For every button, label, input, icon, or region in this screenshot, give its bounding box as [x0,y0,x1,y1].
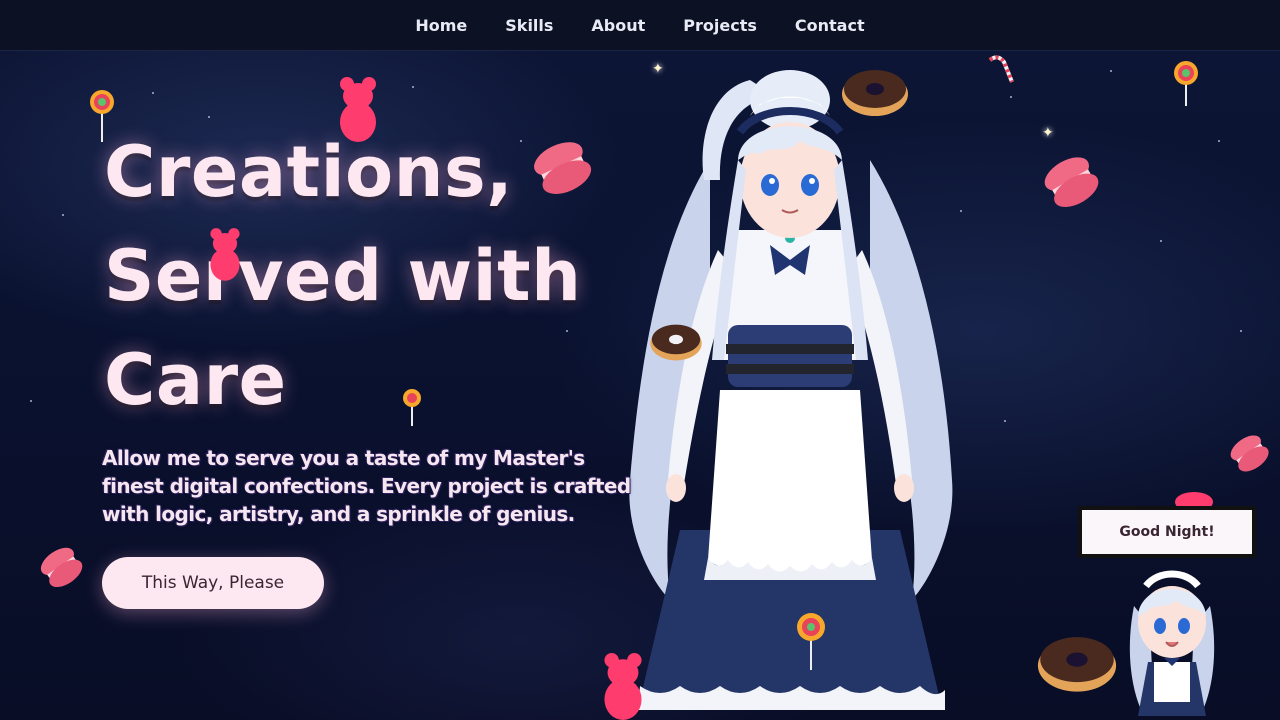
assistant-speech-bubble: Good Night! [1078,506,1256,558]
nav-home-link[interactable]: Home [415,16,467,35]
donut-icon [1037,637,1117,692]
star [412,86,414,88]
star [62,214,64,216]
lollipop-icon [90,90,114,142]
star [1240,330,1242,332]
maid-illustration [629,70,953,710]
star [1160,240,1162,242]
candy-cane-icon [988,55,1014,83]
gummy-bear-icon [210,228,240,281]
top-nav: Home Skills About Projects Contact [0,0,1280,51]
chibi-maid-assistant[interactable] [1120,566,1224,720]
nav-contact-link[interactable]: Contact [795,16,865,35]
lollipop-icon [403,389,421,426]
star [152,92,154,94]
hero-title-line: Care [104,339,287,421]
lollipop-icon [1174,61,1198,106]
this-way-button[interactable]: This Way, Please [102,557,324,609]
hero-title-line: Creations, [104,131,514,213]
star [1218,140,1220,142]
donut-icon [650,324,702,361]
macaron-icon [40,547,83,588]
gummy-bear-icon [604,653,642,720]
sparkle-icon: ✦ [1042,125,1054,141]
nav-skills-link[interactable]: Skills [505,16,553,35]
star [1004,420,1006,422]
star [30,400,32,402]
hero-subtitle: Allow me to serve you a taste of my Mast… [102,446,631,526]
lollipop-icon [797,613,825,670]
donut-icon [842,70,908,116]
star [1110,70,1112,72]
macaron-icon [1044,157,1099,208]
star [208,116,210,118]
star [1010,96,1012,98]
nav-projects-link[interactable]: Projects [683,16,757,35]
hero-title-line: Served with [104,235,582,317]
macaron-icon [1230,435,1269,472]
gummy-bear-icon [340,77,376,142]
macaron-icon [534,142,592,194]
nav-about-link[interactable]: About [591,16,645,35]
gummy-bear-icon [1175,492,1213,506]
